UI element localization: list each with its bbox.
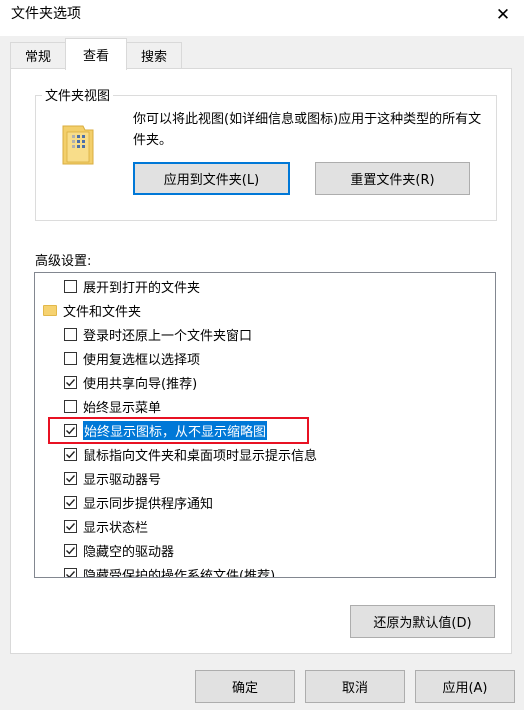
folder-icon (43, 304, 57, 316)
close-button[interactable]: ✕ (482, 0, 524, 30)
list-item-label: 显示驱动器号 (83, 472, 162, 488)
checkbox[interactable] (64, 279, 77, 293)
list-item-label: 始终显示菜单 (83, 400, 162, 416)
list-item[interactable]: 隐藏受保护的操作系统文件(推荐) (35, 562, 471, 578)
folder-grid-icon (61, 124, 95, 166)
list-item[interactable]: 始终显示菜单 (35, 394, 471, 418)
advanced-settings-label: 高级设置: (35, 254, 92, 269)
ok-button[interactable]: 确定 (195, 670, 295, 703)
tab-view[interactable]: 查看 (65, 38, 127, 70)
list-item[interactable]: 隐藏空的驱动器 (35, 538, 471, 562)
checkbox-checked[interactable] (64, 375, 77, 389)
checkbox-checked[interactable] (64, 567, 77, 577)
checkbox-checked[interactable] (64, 447, 77, 461)
folder-views-description: 你可以将此视图(如详细信息或图标)应用于这种类型的所有文件夹。 (133, 112, 482, 148)
checkbox[interactable] (64, 351, 77, 365)
list-item-label: 登录时还原上一个文件夹窗口 (83, 328, 253, 344)
window-title: 文件夹选项 (11, 6, 81, 22)
list-item-label: 使用复选框以选择项 (83, 352, 201, 368)
list-item-label: 展开到打开的文件夹 (83, 280, 201, 296)
restore-defaults-button[interactable]: 还原为默认值(D) (350, 605, 495, 638)
checkbox-checked[interactable] (64, 495, 77, 509)
list-item[interactable]: 登录时还原上一个文件夹窗口 (35, 322, 471, 346)
list-item[interactable]: 展开到打开的文件夹 (35, 274, 471, 298)
list-item-label: 隐藏受保护的操作系统文件(推荐) (83, 568, 276, 578)
list-item-label: 使用共享向导(推荐) (83, 376, 198, 392)
list-item[interactable]: 显示状态栏 (35, 514, 471, 538)
tab-search[interactable]: 搜索 (126, 42, 182, 68)
checkbox-checked[interactable] (64, 543, 77, 557)
highlight-annotation (48, 417, 309, 444)
close-icon: ✕ (495, 5, 511, 25)
reset-folders-button[interactable]: 重置文件夹(R) (315, 162, 470, 195)
checkbox[interactable] (64, 327, 77, 341)
list-item-group: 文件和文件夹 (35, 298, 471, 322)
checkbox-checked[interactable] (64, 471, 77, 485)
list-item-label: 显示状态栏 (83, 520, 149, 536)
tab-general[interactable]: 常规 (10, 42, 66, 68)
list-item-label: 显示同步提供程序通知 (83, 496, 214, 512)
folder-views-legend: 文件夹视图 (42, 85, 114, 104)
list-item[interactable]: 使用共享向导(推荐) (35, 370, 471, 394)
cancel-button[interactable]: 取消 (305, 670, 405, 703)
list-item-label: 鼠标指向文件夹和桌面项时显示提示信息 (83, 448, 318, 464)
list-item[interactable]: 使用复选框以选择项 (35, 346, 471, 370)
apply-to-folders-button[interactable]: 应用到文件夹(L) (133, 162, 290, 195)
checkbox-checked[interactable] (64, 519, 77, 533)
list-item[interactable]: 显示驱动器号 (35, 466, 471, 490)
list-item[interactable]: 显示同步提供程序通知 (35, 490, 471, 514)
list-item-label: 文件和文件夹 (63, 304, 142, 320)
list-item[interactable]: 鼠标指向文件夹和桌面项时显示提示信息 (35, 442, 471, 466)
list-item-label: 隐藏空的驱动器 (83, 544, 175, 560)
checkbox[interactable] (64, 399, 77, 413)
apply-button[interactable]: 应用(A) (415, 670, 515, 703)
